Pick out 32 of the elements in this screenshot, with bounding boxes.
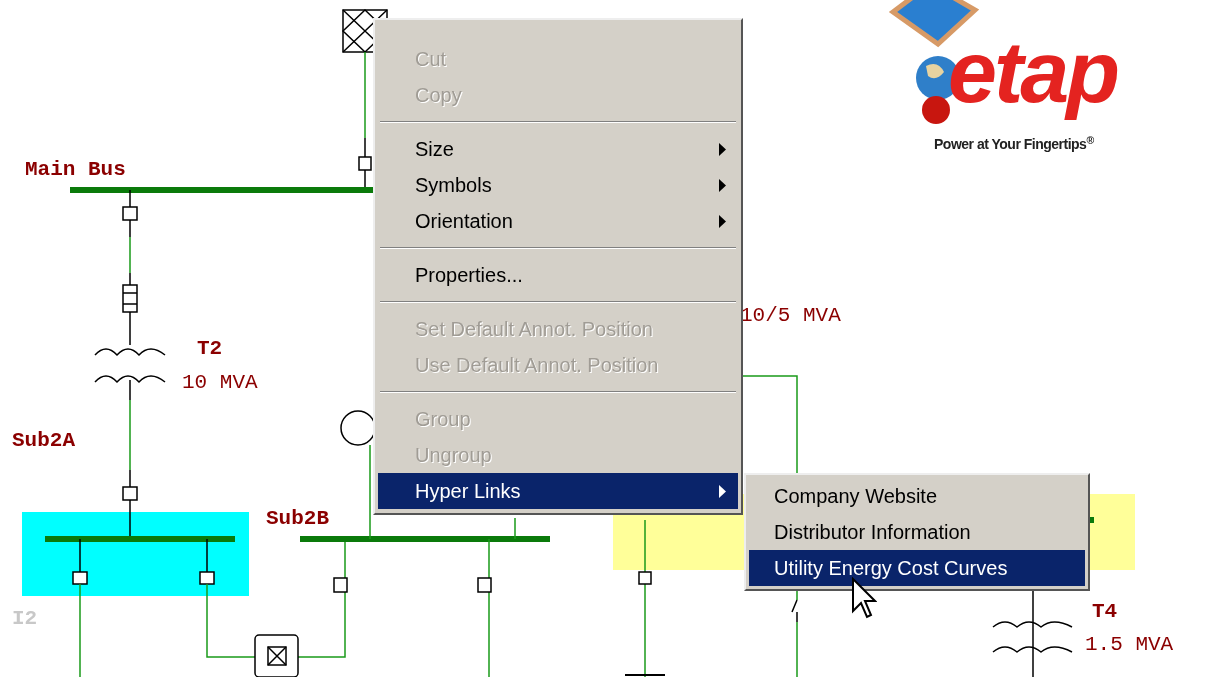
menu-item[interactable]: Properties... <box>378 257 738 293</box>
logo-tagline: Power at Your Fingertips$^{®}$ <box>934 134 1094 154</box>
rating-label: 1.5 MVA <box>1085 633 1174 657</box>
transformer-icon <box>94 348 166 383</box>
breaker-icon <box>358 156 372 171</box>
menu-item[interactable]: Company Website <box>749 478 1085 514</box>
rating-label: 10 MVA <box>182 371 258 395</box>
menu-item[interactable]: Distributor Information <box>749 514 1085 550</box>
breaker-icon <box>638 571 652 585</box>
menu-item[interactable]: Orientation <box>378 203 738 239</box>
menu-item[interactable]: Size <box>378 131 738 167</box>
menu-item[interactable]: Utility Energy Cost Curves <box>749 550 1085 586</box>
menu-item[interactable]: Hyper Links <box>378 473 738 509</box>
cursor-icon <box>851 577 877 621</box>
switch-icon <box>791 599 798 623</box>
bus-label: Sub2B <box>266 507 329 531</box>
breaker-icon <box>333 577 348 593</box>
bus-label: T4 <box>1092 600 1118 624</box>
bus-label: Main Bus <box>25 158 126 182</box>
rating-label: 10/5 MVA <box>740 304 841 328</box>
fuse-icon <box>122 284 138 313</box>
generator-icon <box>340 410 376 446</box>
bus-label: Sub2A <box>12 429 75 453</box>
breaker-icon <box>477 577 492 593</box>
transformer-icon <box>992 621 1073 653</box>
breaker-icon <box>199 571 215 585</box>
breaker-icon <box>122 486 138 501</box>
bus-label: T2 <box>197 337 223 361</box>
breaker-icon <box>122 206 138 221</box>
bus-line <box>1090 517 1094 523</box>
breaker-icon <box>72 571 88 585</box>
menu-item[interactable]: Symbols <box>378 167 738 203</box>
